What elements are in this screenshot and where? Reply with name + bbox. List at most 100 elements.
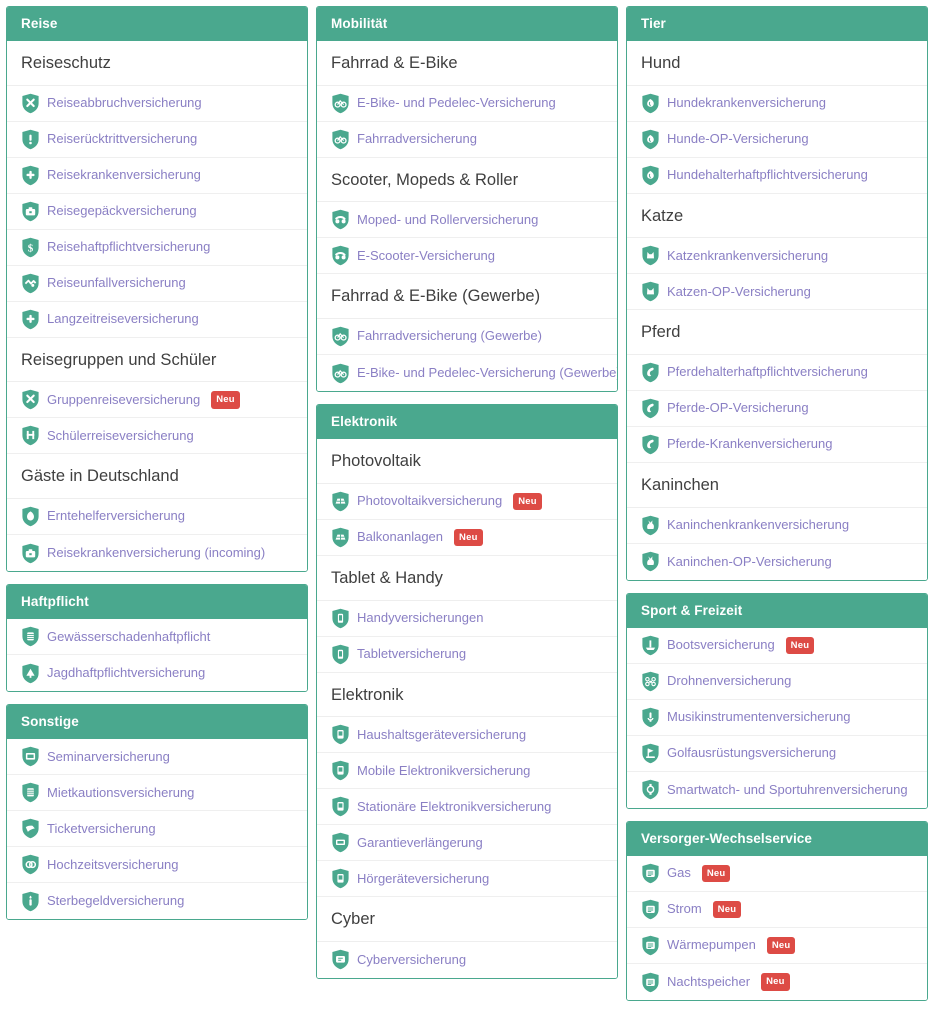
insurance-link-label: Reisekrankenversicherung (incoming) [47, 544, 266, 560]
insurance-link-label: Ticketversicherung [47, 820, 156, 836]
insurance-link[interactable]: Wärmepumpen Neu [627, 928, 927, 965]
insurance-link[interactable]: Kaninchenkrankenversicherung [627, 507, 927, 544]
shield-deposit-icon [21, 782, 40, 803]
insurance-link[interactable]: Mietkautionsversicherung [7, 775, 307, 812]
insurance-link-label: Moped- und Rollerversicherung [357, 211, 539, 227]
insurance-link-label: E-Scooter-Versicherung [357, 247, 496, 263]
insurance-link[interactable]: Ticketversicherung [7, 811, 307, 848]
insurance-link[interactable]: Gruppenreiseversicherung Neu [7, 382, 307, 419]
new-badge: Neu [766, 936, 796, 955]
insurance-link[interactable]: Reisegepäckversicherung [7, 193, 307, 230]
insurance-link[interactable]: Hundehalterhaftpflichtversicherung [627, 157, 927, 194]
category-card: Sport & Freizeit Bootsversicherung Neu Droh… [626, 592, 928, 809]
shield-cat-icon [641, 245, 660, 266]
shield-crash-icon [21, 273, 40, 294]
insurance-link[interactable]: Hunde-OP-Versicherung [627, 121, 927, 158]
insurance-link[interactable]: Strom Neu [627, 892, 927, 929]
insurance-link[interactable]: E-Bike- und Pedelec-Versicherung [317, 85, 617, 122]
insurance-link[interactable]: E-Scooter-Versicherung [317, 238, 617, 275]
insurance-link[interactable]: Haushaltsgeräteversicherung [317, 717, 617, 754]
card-header-title: Sonstige [7, 705, 307, 740]
new-badge: Neu [761, 973, 790, 991]
columns-container: Reise Reiseschutz Reiseabbruchversicherung… [0, 6, 938, 1002]
insurance-link-label: Pferdehalterhaftpflichtversicherung [667, 364, 868, 380]
insurance-link[interactable]: Cyberversicherung [317, 941, 617, 978]
insurance-link[interactable]: Reisekrankenversicherung (incoming) [7, 535, 307, 572]
svg-text:$: $ [28, 242, 34, 254]
shield-plus-icon [21, 165, 40, 186]
category-card: Versorger-Wechselservice Gas Neu Strom Neu Wä… [626, 820, 928, 1002]
insurance-link[interactable]: Bootsversicherung Neu [627, 627, 927, 664]
insurance-link-label: Schülerreiseversicherung [47, 427, 194, 443]
column-middle: Mobilität Fahrrad & E-Bike E-Bike- und Ped… [316, 6, 618, 979]
insurance-link[interactable]: Reisekrankenversicherung [7, 157, 307, 194]
insurance-link[interactable]: $ Reisehaftpflichtversicherung [7, 229, 307, 266]
insurance-link[interactable]: Fahrradversicherung (Gewerbe) [317, 319, 617, 356]
insurance-link-label: Golfausrüstungsversicherung [667, 745, 837, 761]
insurance-link[interactable]: Handyversicherungen [317, 600, 617, 637]
insurance-link[interactable]: Katzenkrankenversicherung [627, 238, 927, 275]
insurance-link[interactable]: Sterbegeldversicherung [7, 883, 307, 920]
insurance-link[interactable]: Gas Neu [627, 856, 927, 893]
group-title: Cyber [317, 897, 617, 942]
shield-utility-icon [641, 899, 660, 920]
shield-phone-icon [331, 644, 350, 665]
shield-utility-icon [641, 935, 660, 956]
shield-watch-icon [641, 779, 660, 800]
insurance-link[interactable]: Reiseunfallversicherung [7, 265, 307, 302]
insurance-link[interactable]: Balkonanlagen Neu [317, 519, 617, 556]
insurance-link[interactable]: Hundekrankenversicherung [627, 85, 927, 122]
insurance-link[interactable]: Pferde-OP-Versicherung [627, 391, 927, 428]
insurance-link[interactable]: Kaninchen-OP-Versicherung [627, 543, 927, 580]
shield-utility-icon [641, 863, 660, 884]
insurance-link-label: Pferde-Krankenversicherung [667, 436, 833, 452]
shield-bicycle-icon [331, 363, 350, 384]
insurance-link[interactable]: Reiseabbruchversicherung [7, 85, 307, 122]
insurance-link[interactable]: Jagdhaftpflichtversicherung [7, 655, 307, 692]
insurance-link[interactable]: Erntehelferversicherung [7, 499, 307, 536]
insurance-link-label: Kaninchen-OP-Versicherung [667, 553, 832, 569]
insurance-link-label: Reisegepäckversicherung [47, 203, 197, 219]
insurance-link[interactable]: Pferde-Krankenversicherung [627, 427, 927, 464]
insurance-link[interactable]: Schülerreiseversicherung [7, 418, 307, 455]
insurance-link[interactable]: Stationäre Elektronikversicherung [317, 789, 617, 826]
insurance-link[interactable]: Seminarversicherung [7, 739, 307, 776]
shield-bicycle-icon [331, 129, 350, 150]
insurance-link[interactable]: Katzen-OP-Versicherung [627, 274, 927, 311]
insurance-link[interactable]: E-Bike- und Pedelec-Versicherung (Gewerb… [317, 355, 617, 392]
insurance-link-label: Seminarversicherung [47, 748, 170, 764]
insurance-link[interactable]: Fahrradversicherung [317, 121, 617, 158]
insurance-link-label: Katzen-OP-Versicherung [667, 283, 811, 299]
column-left: Reise Reiseschutz Reiseabbruchversicherung… [6, 6, 308, 921]
insurance-link[interactable]: Hochzeitsversicherung [7, 847, 307, 884]
insurance-link[interactable]: Reiserücktrittversicherung [7, 121, 307, 158]
category-card: Elektronik Photovoltaik Photovoltaikversic… [316, 404, 618, 979]
insurance-link[interactable]: Photovoltaikversicherung Neu [317, 483, 617, 520]
insurance-link[interactable]: Musikinstrumentenversicherung [627, 699, 927, 736]
insurance-link-label: Gruppenreiseversicherung [47, 391, 201, 407]
insurance-link-label: Gewässerschadenhaftpflicht [47, 628, 211, 644]
category-card: Reise Reiseschutz Reiseabbruchversicherung… [6, 6, 308, 573]
insurance-link-label: Bootsversicherung [667, 637, 775, 653]
shield-golf-icon [641, 743, 660, 764]
insurance-link[interactable]: Hörgeräteversicherung [317, 861, 617, 898]
insurance-link[interactable]: Moped- und Rollerversicherung [317, 202, 617, 239]
shield-phone-icon [331, 608, 350, 629]
insurance-link[interactable]: Golfausrüstungsversicherung [627, 735, 927, 772]
insurance-link[interactable]: Gewässerschadenhaftpflicht [7, 619, 307, 656]
insurance-link[interactable]: Tabletversicherung [317, 636, 617, 673]
insurance-link[interactable]: Garantieverlängerung [317, 825, 617, 862]
insurance-link[interactable]: Smartwatch- und Sportuhrenversicherung [627, 771, 927, 808]
shield-horse-icon [641, 434, 660, 455]
group-title: Hund [627, 41, 927, 86]
insurance-link[interactable]: Mobile Elektronikversicherung [317, 753, 617, 790]
insurance-link[interactable]: Nachtspeicher Neu [627, 964, 927, 1001]
insurance-link-label: Pferde-OP-Versicherung [667, 400, 809, 416]
shield-horse-icon [641, 398, 660, 419]
new-badge: Neu [513, 492, 542, 511]
insurance-link[interactable]: Langzeitreiseversicherung [7, 301, 307, 338]
insurance-link-label: Hochzeitsversicherung [47, 856, 179, 872]
insurance-link[interactable]: Pferdehalterhaftpflichtversicherung [627, 355, 927, 392]
group-title: Katze [627, 194, 927, 239]
insurance-link[interactable]: Drohnenversicherung [627, 663, 927, 700]
